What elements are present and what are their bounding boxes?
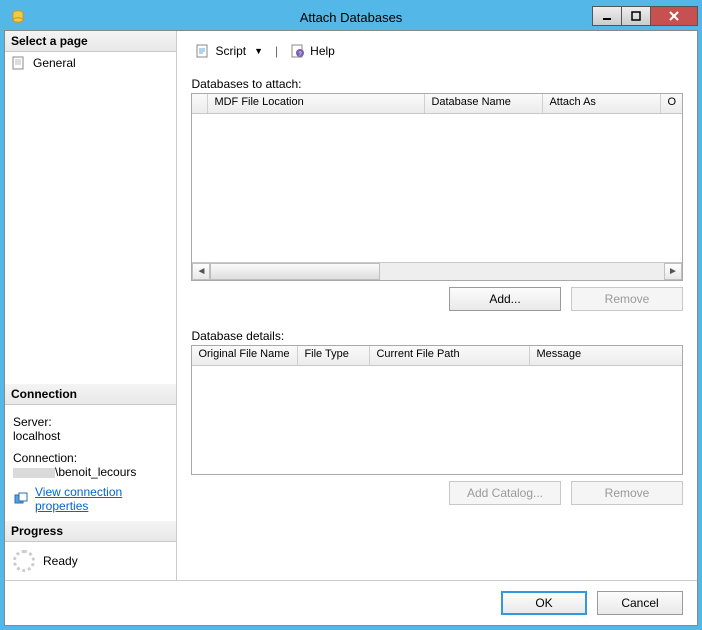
ok-button[interactable]: OK [501,591,587,615]
connection-block: Server: localhost Connection: \benoit_le… [5,405,176,521]
help-label: Help [310,44,335,58]
help-button[interactable]: ? Help [286,41,339,61]
main-panel: Script ▼ | ? Help [177,31,697,580]
col-owner[interactable]: O [661,94,682,113]
toolbar: Script ▼ | ? Help [191,41,683,69]
grid2-header: Original File Name File Type Current Fil… [192,346,682,366]
page-general[interactable]: General [5,52,176,74]
grid1-hscrollbar[interactable]: ◄ ► [192,262,682,280]
col-database-name[interactable]: Database Name [425,94,543,113]
col-current-file-path[interactable]: Current File Path [370,346,530,365]
script-dropdown-icon[interactable]: ▼ [250,46,263,56]
connection-value: \benoit_lecours [13,465,168,479]
col-attach-as[interactable]: Attach As [543,94,661,113]
add-button[interactable]: Add... [449,287,561,311]
col-message[interactable]: Message [530,346,682,365]
page-general-label: General [33,56,76,70]
scroll-thumb[interactable] [210,263,380,280]
database-details-label: Database details: [191,329,683,343]
add-catalog-button: Add Catalog... [449,481,561,505]
script-label: Script [215,44,246,58]
maximize-button[interactable] [621,6,651,26]
progress-spinner-icon [13,550,35,572]
select-page-header: Select a page [5,31,176,52]
connection-label: Connection: [13,451,168,465]
databases-to-attach-label: Databases to attach: [191,77,683,91]
server-label: Server: [13,415,168,429]
attach-databases-window: Attach Databases Select a page [0,0,702,630]
databases-to-attach-grid[interactable]: MDF File Location Database Name Attach A… [191,93,683,281]
scroll-right-icon[interactable]: ► [664,263,682,280]
page-icon [11,55,27,71]
server-value: localhost [13,429,168,443]
progress-status: Ready [43,554,78,568]
view-connection-properties-link[interactable]: View connection properties [35,485,168,513]
toolbar-separator: | [273,44,280,58]
progress-header: Progress [5,521,176,542]
grid1-body[interactable] [192,114,682,262]
connection-properties-icon [13,491,29,507]
redacted-domain [13,468,55,478]
col-original-file-name[interactable]: Original File Name [192,346,298,365]
remove-detail-button: Remove [571,481,683,505]
app-icon [10,9,26,25]
col-mdf-file-location[interactable]: MDF File Location [208,94,425,113]
scroll-left-icon[interactable]: ◄ [192,263,210,280]
grid2-body[interactable] [192,366,682,474]
script-icon [195,43,211,59]
connection-user: \benoit_lecours [55,465,136,479]
help-icon: ? [290,43,306,59]
col-file-type[interactable]: File Type [298,346,370,365]
dialog-footer: OK Cancel [5,580,697,625]
sidebar: Select a page General Connection [5,31,177,580]
titlebar: Attach Databases [4,4,698,30]
cancel-button[interactable]: Cancel [597,591,683,615]
close-button[interactable] [650,6,698,26]
scroll-track[interactable] [210,263,664,280]
grid1-header: MDF File Location Database Name Attach A… [192,94,682,114]
database-details-grid[interactable]: Original File Name File Type Current Fil… [191,345,683,475]
progress-row: Ready [5,542,176,580]
connection-header: Connection [5,384,176,405]
minimize-button[interactable] [592,6,622,26]
client-area: Select a page General Connection [4,30,698,626]
remove-database-button: Remove [571,287,683,311]
script-button[interactable]: Script ▼ [191,41,267,61]
